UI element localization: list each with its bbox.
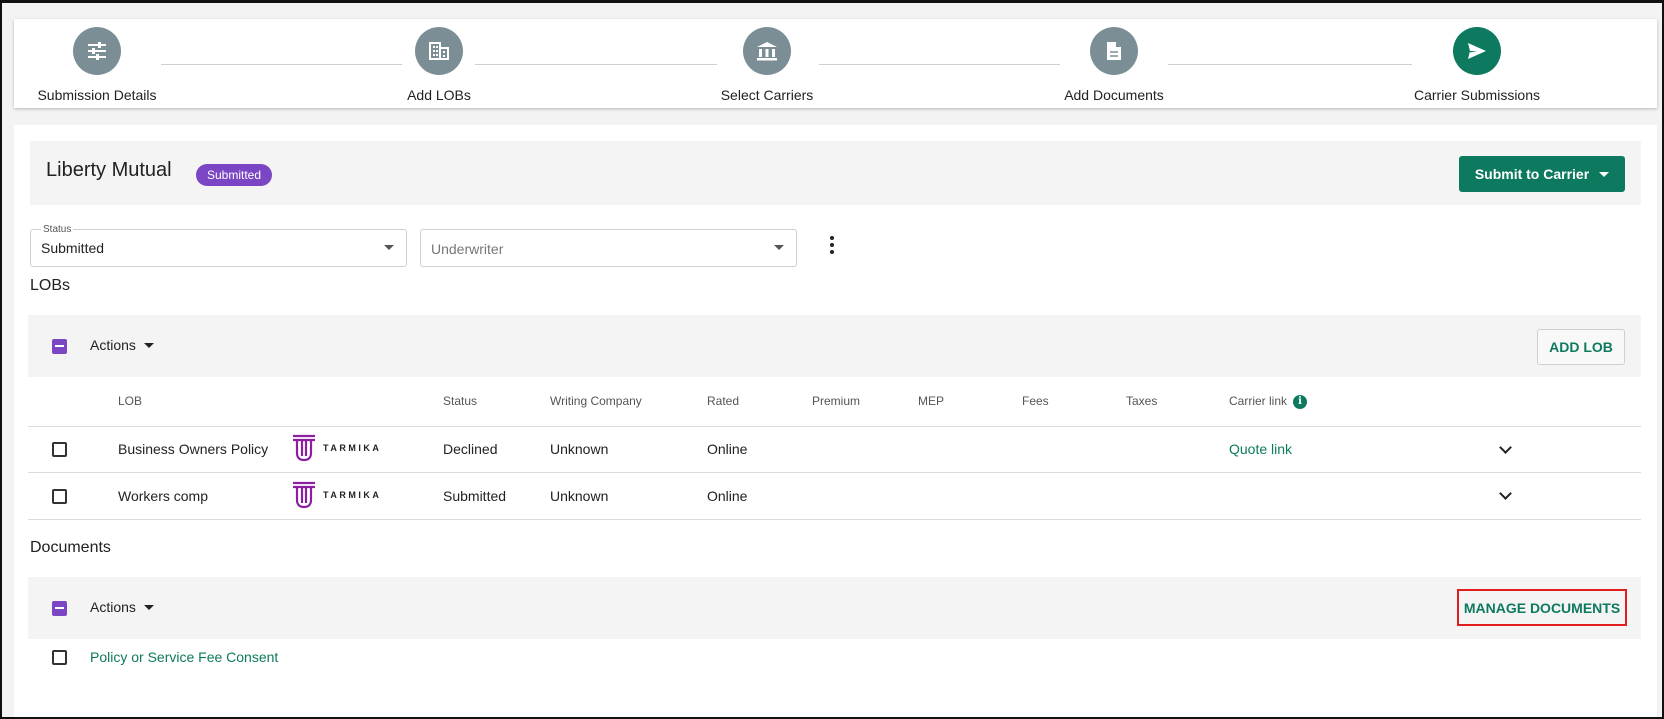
- lob-writing-company: Unknown: [550, 441, 609, 457]
- app-frame: Submission Details Add LOBs Select Carri…: [0, 0, 1664, 719]
- col-header-rated: Rated: [707, 394, 740, 408]
- quote-link[interactable]: Quote link: [1229, 441, 1292, 457]
- document-link[interactable]: Policy or Service Fee Consent: [90, 649, 278, 665]
- underwriter-placeholder: Underwriter: [431, 241, 504, 257]
- col-header-status: Status: [443, 394, 478, 408]
- select-all-lobs-checkbox[interactable]: [52, 339, 67, 354]
- col-header-premium: Premium: [812, 394, 861, 408]
- caret-down-icon: [143, 604, 154, 610]
- divider: [28, 426, 1641, 427]
- step-submission-details[interactable]: Submission Details: [7, 27, 187, 103]
- tarmika-logo: TARMIKA: [291, 434, 381, 462]
- chevron-down-icon[interactable]: [1499, 487, 1512, 500]
- lob-name: Business Owners Policy: [118, 441, 269, 457]
- divider: [28, 519, 1641, 520]
- carrier-name: Liberty Mutual: [46, 159, 172, 181]
- documents-section-title: Documents: [30, 539, 111, 556]
- status-badge: Submitted: [196, 164, 273, 186]
- status-select[interactable]: Status Submitted: [30, 224, 407, 267]
- select-all-documents-checkbox[interactable]: [52, 601, 67, 616]
- lob-name: Workers comp: [118, 488, 208, 504]
- manage-documents-button[interactable]: MANAGE DOCUMENTS: [1457, 589, 1627, 626]
- lob-writing-company: Unknown: [550, 488, 609, 504]
- col-header-mep: MEP: [918, 394, 945, 408]
- caret-down-icon: [1599, 171, 1610, 177]
- step-carrier-submissions[interactable]: Carrier Submissions: [1387, 27, 1567, 103]
- submit-to-carrier-button[interactable]: Submit to Carrier: [1459, 156, 1625, 192]
- lob-rated: Online: [707, 441, 748, 457]
- step-label: Add LOBs: [407, 87, 471, 103]
- lob-status: Declined: [443, 441, 498, 457]
- step-select-carriers[interactable]: Select Carriers: [677, 27, 857, 103]
- step-connector: [1168, 64, 1412, 65]
- carrier-header: Liberty Mutual Submitted Submit to Carri…: [30, 141, 1641, 205]
- col-header-lob: LOB: [118, 394, 143, 408]
- more-options-icon[interactable]: [822, 233, 842, 257]
- documents-actions-menu[interactable]: Actions: [90, 599, 154, 615]
- building-icon: [415, 27, 463, 75]
- divider: [28, 472, 1641, 473]
- logo-wordmark: TARMIKA: [323, 443, 382, 453]
- document-icon: [1090, 27, 1138, 75]
- lobs-actions-bar: Actions ADD LOB: [28, 315, 1641, 377]
- caret-down-icon: [384, 245, 394, 250]
- actions-label: Actions: [90, 337, 136, 353]
- progress-stepper: Submission Details Add LOBs Select Carri…: [14, 19, 1657, 108]
- caret-down-icon: [143, 342, 154, 348]
- row-checkbox[interactable]: [52, 489, 67, 504]
- chevron-down-icon[interactable]: [1499, 441, 1512, 454]
- caret-down-icon: [774, 245, 784, 250]
- tarmika-logo: TARMIKA: [291, 481, 381, 509]
- documents-actions-bar: Actions MANAGE DOCUMENTS: [28, 577, 1641, 639]
- submit-label: Submit to Carrier: [1474, 166, 1590, 182]
- status-value: Submitted: [41, 240, 105, 256]
- step-label: Select Carriers: [720, 87, 814, 103]
- logo-wordmark: TARMIKA: [323, 490, 382, 500]
- status-field-label: Status: [41, 224, 74, 235]
- info-icon[interactable]: i: [1293, 394, 1308, 409]
- step-add-documents[interactable]: Add Documents: [1024, 27, 1204, 103]
- carrier-link-header-label: Carrier link: [1229, 394, 1288, 408]
- lob-status: Submitted: [443, 488, 507, 504]
- col-header-fees: Fees: [1022, 394, 1049, 408]
- document-checkbox[interactable]: [52, 650, 67, 665]
- col-header-taxes: Taxes: [1126, 394, 1158, 408]
- row-checkbox[interactable]: [52, 442, 67, 457]
- underwriter-select[interactable]: Underwriter: [420, 229, 797, 267]
- bank-icon: [743, 27, 791, 75]
- actions-label: Actions: [90, 599, 136, 615]
- lobs-section-title: LOBs: [30, 277, 71, 294]
- col-header-writing-company: Writing Company: [550, 394, 642, 408]
- step-add-lobs[interactable]: Add LOBs: [349, 27, 529, 103]
- lob-rated: Online: [707, 488, 748, 504]
- step-label: Submission Details: [37, 87, 157, 103]
- col-header-carrier-link: Carrier link i: [1229, 394, 1308, 409]
- sliders-icon: [73, 27, 121, 75]
- add-lob-button[interactable]: ADD LOB: [1537, 329, 1625, 365]
- step-label: Carrier Submissions: [1413, 87, 1541, 103]
- step-label: Add Documents: [1064, 87, 1164, 103]
- lobs-actions-menu[interactable]: Actions: [90, 337, 154, 353]
- send-icon: [1453, 27, 1501, 75]
- carrier-submission-panel: Liberty Mutual Submitted Submit to Carri…: [14, 125, 1657, 717]
